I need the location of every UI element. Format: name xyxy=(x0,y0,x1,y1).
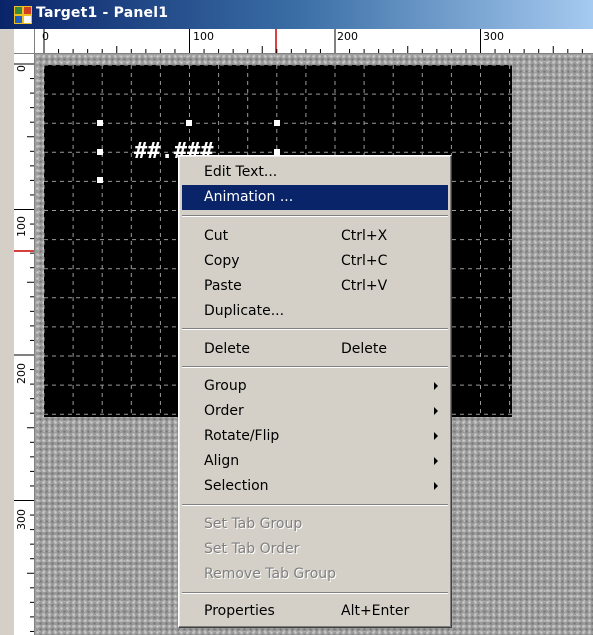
menu-item-label: Duplicate... xyxy=(204,303,285,319)
menu-item-selection[interactable]: Selection xyxy=(182,474,448,499)
vertical-ruler[interactable]: 0 100 200 300 xyxy=(14,54,35,635)
menu-item-label: Edit Text... xyxy=(204,164,278,180)
menu-item-copy[interactable]: Copy Ctrl+C xyxy=(182,249,448,274)
menu-item-paste[interactable]: Paste Ctrl+V xyxy=(182,274,448,299)
submenu-arrow-icon xyxy=(434,482,438,490)
menu-item-label: Delete xyxy=(204,341,250,357)
h-ruler-label-0: 0 xyxy=(42,30,49,43)
horizontal-ruler-ticks: 0 100 200 300 xyxy=(42,29,583,53)
menu-item-set-tab-group: Set Tab Group xyxy=(182,512,448,537)
menu-item-label: Properties xyxy=(204,603,275,619)
v-ruler-label-200: 200 xyxy=(15,363,28,384)
menu-item-duplicate[interactable]: Duplicate... xyxy=(182,299,448,324)
menu-item-label: Cut xyxy=(204,228,229,244)
menu-item-delete[interactable]: Delete Delete xyxy=(182,337,448,362)
menu-separator xyxy=(182,592,448,594)
menu-item-label: Selection xyxy=(204,478,269,494)
vertical-ruler-ticks: 0 100 200 300 xyxy=(14,63,34,632)
menu-item-edit-text[interactable]: Edit Text... xyxy=(182,160,448,185)
menu-separator xyxy=(182,215,448,217)
h-ruler-label-300: 300 xyxy=(483,30,504,43)
selection-handle-tl[interactable] xyxy=(97,120,103,126)
menu-item-label: Group xyxy=(204,378,247,394)
menu-item-label: Animation ... xyxy=(204,189,294,205)
menu-item-label: Set Tab Order xyxy=(204,541,300,557)
menu-item-align[interactable]: Align xyxy=(182,449,448,474)
menu-item-order[interactable]: Order xyxy=(182,399,448,424)
menu-item-label: Remove Tab Group xyxy=(204,566,337,582)
menu-item-cut[interactable]: Cut Ctrl+X xyxy=(182,224,448,249)
selection-handle-bl[interactable] xyxy=(97,177,103,183)
v-ruler-label-100: 100 xyxy=(15,216,28,237)
h-ruler-label-100: 100 xyxy=(193,30,214,43)
menu-item-shortcut: Ctrl+V xyxy=(341,278,388,294)
menu-item-label: Order xyxy=(204,403,244,419)
selection-handle-ml[interactable] xyxy=(97,149,103,155)
submenu-arrow-icon xyxy=(434,382,438,390)
menu-item-shortcut: Delete xyxy=(341,341,387,357)
v-ruler-label-0: 0 xyxy=(15,65,28,72)
app-icon xyxy=(14,6,32,24)
menu-item-label: Paste xyxy=(204,278,242,294)
menu-item-animation[interactable]: Animation ... xyxy=(182,185,448,210)
submenu-arrow-icon xyxy=(434,407,438,415)
selection-handle-tr[interactable] xyxy=(274,120,280,126)
menu-item-rotate-flip[interactable]: Rotate/Flip xyxy=(182,424,448,449)
context-menu: Edit Text... Animation ... Cut Ctrl+X Co… xyxy=(178,155,452,628)
horizontal-ruler[interactable]: 0 100 200 300 xyxy=(35,29,593,54)
ruler-corner xyxy=(14,29,35,54)
menu-item-group[interactable]: Group xyxy=(182,374,448,399)
menu-separator xyxy=(182,504,448,506)
menu-item-shortcut: Ctrl+C xyxy=(341,253,388,269)
menu-item-label: Copy xyxy=(204,253,240,269)
menu-item-shortcut: Ctrl+X xyxy=(341,228,388,244)
menu-separator xyxy=(182,328,448,330)
menu-item-label: Rotate/Flip xyxy=(204,428,280,444)
menu-item-label: Align xyxy=(204,453,240,469)
menu-item-label: Set Tab Group xyxy=(204,516,303,532)
submenu-arrow-icon xyxy=(434,457,438,465)
submenu-arrow-icon xyxy=(434,432,438,440)
menu-item-remove-tab-group: Remove Tab Group xyxy=(182,562,448,587)
menu-item-shortcut: Alt+Enter xyxy=(341,603,410,619)
menu-item-set-tab-order: Set Tab Order xyxy=(182,537,448,562)
selection-handle-tm[interactable] xyxy=(186,120,192,126)
menu-item-properties[interactable]: Properties Alt+Enter xyxy=(182,599,448,624)
app-window: Target1 - Panel1 0 100 200 300 0 100 200… xyxy=(0,0,593,635)
menu-separator xyxy=(182,366,448,368)
h-ruler-label-200: 200 xyxy=(337,30,358,43)
v-ruler-label-300: 300 xyxy=(15,509,28,530)
title-bar[interactable]: Target1 - Panel1 xyxy=(0,0,593,29)
window-title: Target1 - Panel1 xyxy=(36,5,169,21)
